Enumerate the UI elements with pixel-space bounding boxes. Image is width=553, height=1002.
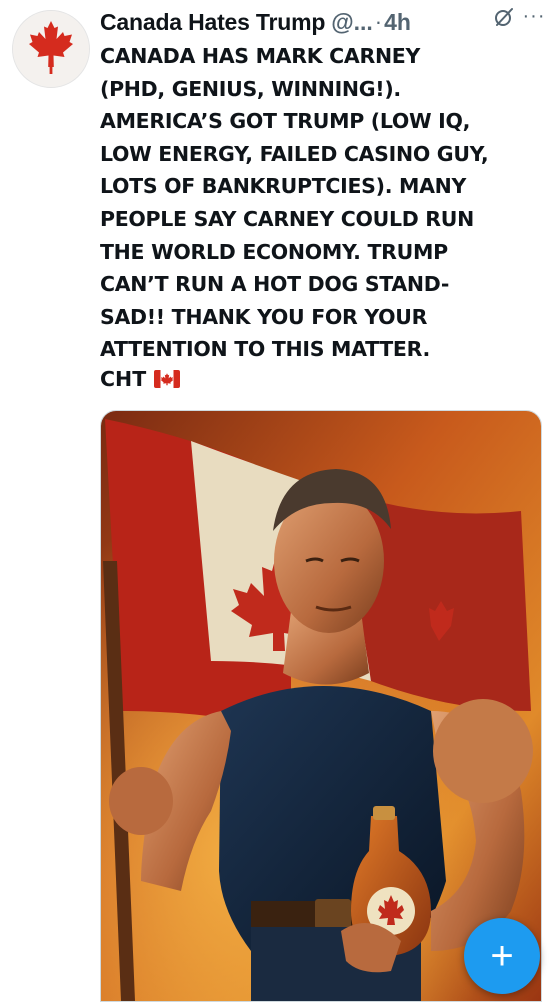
compose-button[interactable]: + [464,918,540,994]
tweet-signature: CHT [100,367,181,391]
timestamp[interactable]: 4h [384,9,411,36]
plus-icon: + [490,934,514,978]
user-handle[interactable]: @... [331,9,373,36]
painting-image [101,411,541,1001]
tweet-image[interactable] [100,410,542,1002]
tweet-text: CANADA HAS MARK CARNEY (PHD, GENIUS, WIN… [100,44,489,362]
separator-dot: · [374,9,383,34]
grok-icon[interactable] [493,6,515,28]
tweet[interactable]: Canada Hates Trump @... · 4h ··· CANADA … [0,0,553,1002]
avatar[interactable] [12,10,90,88]
signature-text: CHT [100,367,147,391]
display-name[interactable]: Canada Hates Trump [100,9,325,36]
maple-leaf-icon [13,11,89,87]
more-icon[interactable]: ··· [521,6,547,28]
tweet-header: Canada Hates Trump @... · 4h [100,6,543,38]
canada-flag-emoji [154,370,181,388]
